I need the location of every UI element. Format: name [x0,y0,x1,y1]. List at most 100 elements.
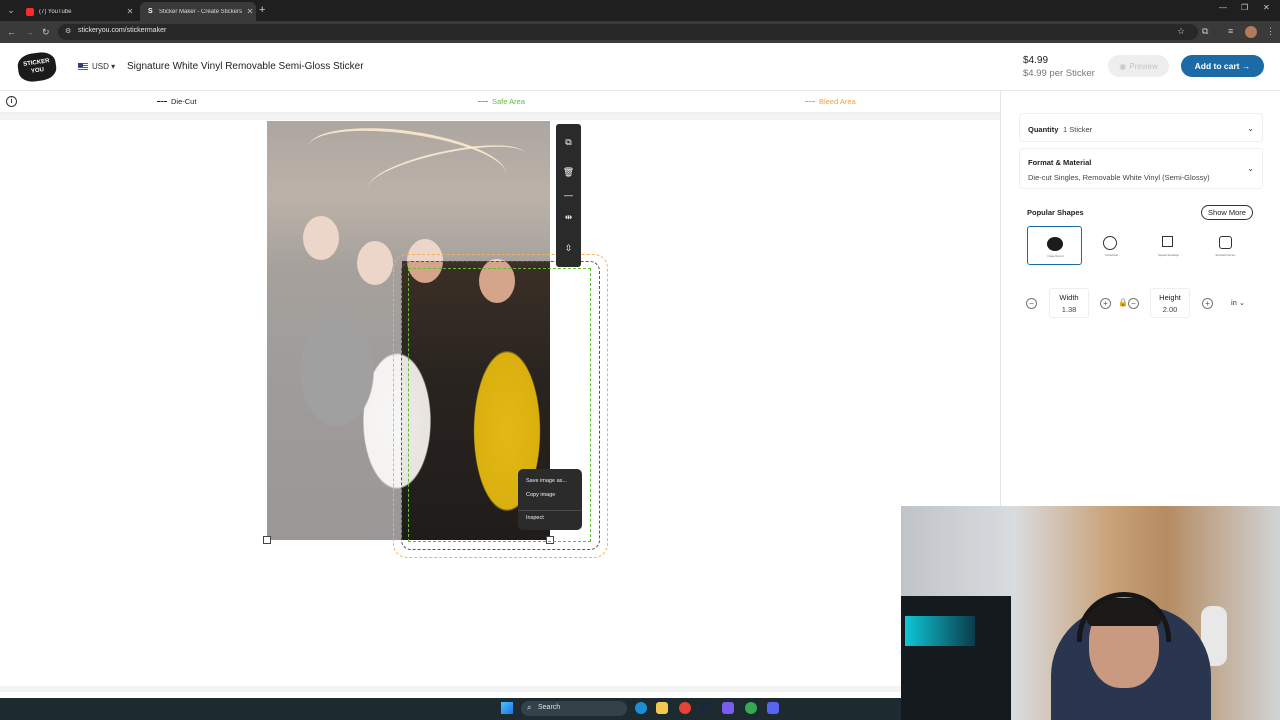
eye-icon: ◉ [1119,61,1127,71]
chrome-active-icon[interactable] [745,702,757,714]
app-icon[interactable] [722,702,734,714]
preview-label: Preview [1129,61,1158,71]
increase-height-button[interactable]: + [1202,298,1213,309]
center-vertical-icon[interactable]: ⇳ [562,242,575,255]
shape-caption: Circle/Oval [1105,254,1118,257]
file-explorer-icon[interactable] [656,702,668,714]
tab-title: (7) YouTube [39,8,72,15]
currency-selector[interactable]: USD ▾ [92,62,115,71]
resize-handle[interactable] [263,536,271,544]
decrease-height-button[interactable]: − [1128,298,1139,309]
preview-button[interactable]: ◉ Preview [1108,55,1169,77]
circle-shape-icon [1103,236,1117,250]
decrease-width-button[interactable]: − [1026,298,1037,309]
canvas-top-strip [0,113,1000,120]
add-to-cart-label: Add to cart → [1194,61,1251,71]
webcam-overlay [901,506,1280,720]
steam-icon[interactable] [700,702,712,714]
url-field[interactable]: ⚙ stickeryou.com/stickermaker [58,24,1198,40]
width-value: 1.38 [1061,305,1077,314]
webcam-desk-shelf [901,596,1011,720]
extensions-icon[interactable]: ⧉ [1202,26,1208,37]
back-icon[interactable]: ← [7,25,16,39]
url-text: stickeryou.com/stickermaker [78,27,167,34]
duplicate-icon[interactable]: ⧉ [562,136,575,149]
add-to-cart-button[interactable]: Add to cart → [1181,55,1264,77]
chrome-icon[interactable] [679,702,691,714]
new-tab-icon[interactable]: + [259,3,265,17]
currency-label: USD [92,62,109,71]
center-horizontal-icon[interactable]: ⇹ [562,211,575,224]
faded-crop-overlay [267,121,402,540]
profile-avatar[interactable] [1245,26,1257,38]
price-per-sticker: $4.99 per Sticker [1023,68,1095,79]
quantity-selector[interactable]: Quantity 1 Sticker ⌄ [1019,113,1263,142]
increase-width-button[interactable]: + [1100,298,1111,309]
delete-icon[interactable]: 🗑 [562,166,575,179]
ctx-copy-image[interactable]: Copy image [526,492,555,498]
info-icon[interactable]: i [6,96,17,107]
shape-rounded-corners[interactable]: Rounded Corners [1198,226,1253,265]
taskbar-search-label: Search [538,704,561,711]
minimize-icon[interactable]: — [1219,3,1227,12]
shape-circle-oval[interactable]: Circle/Oval [1084,226,1139,265]
lock-aspect-icon[interactable]: 🔒 [1118,298,1128,307]
site-header: STICKER YOU USD ▾ Signature White Vinyl R… [0,43,1280,91]
bookmark-star-icon[interactable]: ☆ [1177,26,1185,37]
menu-icon[interactable]: ≡ [1228,26,1233,36]
total-price: $4.99 [1023,55,1049,66]
canvas-bottom-strip [0,686,1000,692]
close-window-icon[interactable]: ✕ [1263,3,1270,12]
stickeryou-favicon-icon: S [148,7,153,15]
tab-sticker-maker[interactable]: S Sticker Maker - Create Stickers ✕ [140,2,256,21]
height-value: 2.00 [1162,305,1178,314]
shape-image-die-cut[interactable]: Image Die-Cut [1027,226,1082,265]
shape-caption: Square/ Rectangle [1158,254,1179,257]
windows-start-icon[interactable] [501,702,513,714]
tab-list-icon[interactable]: ⌄ [4,3,18,17]
height-field[interactable]: Height 2.00 [1150,288,1190,318]
show-more-button[interactable]: Show More [1201,205,1253,220]
object-toolbar: ⧉ 🗑 — ⇹ ⇳ [556,124,581,267]
unit-selector[interactable]: in ⌄ [1231,298,1245,307]
chevron-down-icon: ⌄ [1247,124,1254,133]
windows-taskbar: ⌕ Search [0,698,901,720]
browser-tab-bar: ⌄ (7) YouTube ✕ S Sticker Maker - Create… [0,0,1280,21]
chevron-down-icon: ⌄ [1247,164,1254,173]
forward-icon[interactable]: → [25,25,34,39]
edge-icon[interactable] [635,702,647,714]
dimensions-row: − Width 1.38 + 🔒 − Height 2.00 + in ⌄ [1019,284,1263,324]
popular-shapes-label: Popular Shapes [1027,208,1084,217]
ctx-inspect[interactable]: Inspect [526,515,544,521]
stickeryou-logo[interactable]: STICKER YOU [16,50,58,84]
address-bar: ← → ↻ ⚙ stickeryou.com/stickermaker ☆ ⧉ … [0,21,1280,43]
discord-icon[interactable] [767,702,779,714]
quantity-value: 1 Sticker [1063,125,1093,134]
taskbar-search[interactable]: ⌕ Search [521,701,627,716]
format-label: Format & Material [1028,158,1092,167]
minus-icon[interactable]: — [562,189,575,202]
more-icon[interactable]: ⋮ [1266,26,1275,37]
context-menu: Save image as... Copy image Inspect [518,469,582,530]
tab-youtube[interactable]: (7) YouTube ✕ [18,2,136,21]
close-tab-icon[interactable]: ✕ [124,7,136,16]
legend-safe-area: Safe Area [478,97,525,106]
height-label: Height [1159,293,1181,302]
us-flag-icon [78,63,88,70]
site-info-icon[interactable]: ⚙ [65,27,71,35]
legend-safe-area-label: Safe Area [492,97,525,106]
format-material-selector[interactable]: Format & Material Die-cut Singles, Remov… [1019,148,1263,189]
legend-bleed-area-label: Bleed Area [819,97,856,106]
webcam-monitor-glow [905,616,975,646]
close-tab-icon[interactable]: ✕ [244,7,256,16]
width-field[interactable]: Width 1.38 [1049,288,1089,318]
ctx-save-image[interactable]: Save image as... [526,478,567,484]
shape-square-rectangle[interactable]: Square/ Rectangle [1141,226,1196,265]
legend-die-cut-label: Die-Cut [171,97,197,106]
restore-icon[interactable]: ❐ [1241,3,1248,12]
safe-area-dash-icon [478,101,488,102]
shape-caption: Rounded Corners [1215,254,1236,257]
canvas-legend: i Die-Cut Safe Area Bleed Area [0,91,1000,113]
rounded-square-shape-icon [1219,236,1232,249]
reload-icon[interactable]: ↻ [42,25,50,39]
